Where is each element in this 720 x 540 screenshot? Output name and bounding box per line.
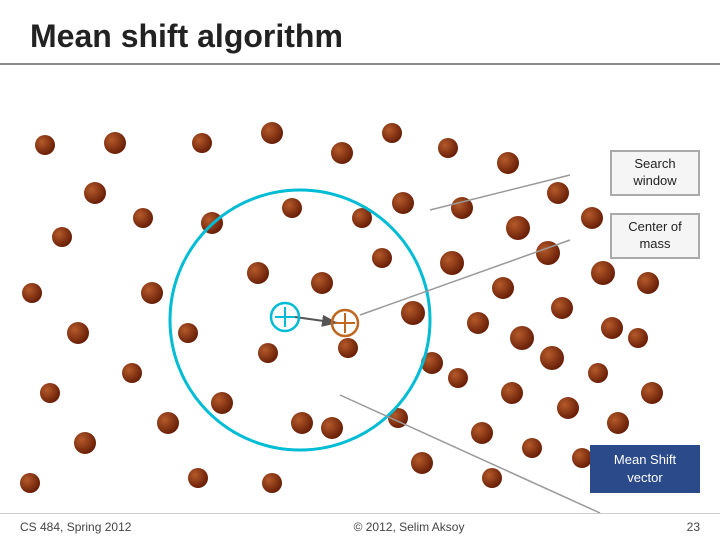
data-dot [122,363,142,383]
data-dot [628,328,648,348]
data-dot [522,438,542,458]
data-dot [133,208,153,228]
data-dot [547,182,569,204]
crosshair-cyan [271,303,299,331]
data-dot [506,216,530,240]
data-dot [557,397,579,419]
data-dot [258,343,278,363]
data-dot [84,182,106,204]
data-dot [211,392,233,414]
data-dot [492,277,514,299]
data-dot [40,383,60,403]
data-dot [392,192,414,214]
data-dot [291,412,313,434]
data-dot [22,283,42,303]
data-dot [321,417,343,439]
mean-shift-vector-label: Mean Shift vector [590,445,700,493]
data-dot [338,338,358,358]
data-dot [607,412,629,434]
data-dot [178,323,198,343]
content-area: Search window Center of mass Mean Shift … [0,65,720,525]
data-dot [382,123,402,143]
data-dot [467,312,489,334]
data-dot [372,248,392,268]
data-dot [540,346,564,370]
data-dot [247,262,269,284]
data-dot [188,468,208,488]
data-dot [572,448,592,468]
data-dot [401,301,425,325]
data-dot [497,152,519,174]
data-dot [74,432,96,454]
data-dot [510,326,534,350]
footer-left: CS 484, Spring 2012 [20,520,131,534]
data-dot [261,122,283,144]
crosshair-center-of-mass [332,310,358,336]
data-dot [601,317,623,339]
data-dot [440,251,464,275]
data-dot [141,282,163,304]
data-dot [331,142,353,164]
data-dot [411,452,433,474]
footer-page-number: 23 [687,520,700,534]
center-of-mass-annotation-line [360,240,570,315]
data-dot [35,135,55,155]
data-dot [20,473,40,493]
data-dot [192,133,212,153]
data-dot [448,368,468,388]
data-dot [262,473,282,493]
search-window-label: Search window [610,150,700,196]
data-dot [104,132,126,154]
search-window-circle [170,190,430,450]
data-dot [501,382,523,404]
footer-center: © 2012, Selim Aksoy [354,520,465,534]
center-of-mass-label: Center of mass [610,213,700,259]
data-dot [641,382,663,404]
data-dot [551,297,573,319]
data-dot [482,468,502,488]
data-dot [311,272,333,294]
data-dot [637,272,659,294]
data-dot [157,412,179,434]
data-dot [591,261,615,285]
data-dot [581,207,603,229]
data-dot [588,363,608,383]
data-dot [52,227,72,247]
slide-title: Mean shift algorithm [30,18,690,55]
data-dot [67,322,89,344]
data-dot [471,422,493,444]
title-area: Mean shift algorithm [0,0,720,65]
data-dot [438,138,458,158]
slide: Mean shift algorithm [0,0,720,540]
footer: CS 484, Spring 2012 © 2012, Selim Aksoy … [0,513,720,540]
data-dot [282,198,302,218]
